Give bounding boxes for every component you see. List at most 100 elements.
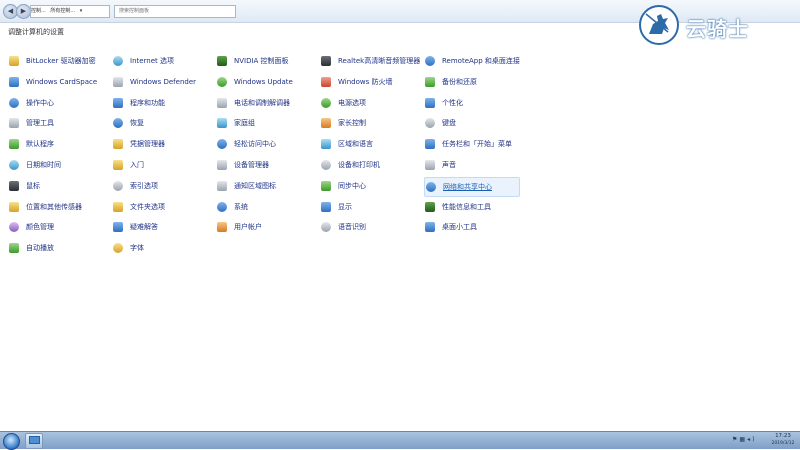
clock[interactable]: 17:23 2019/3/12 [768, 433, 798, 447]
control-panel-item-label: 程序和功能 [130, 98, 165, 107]
breadcrumb[interactable]: 控制... 所有控制... ▾ [30, 5, 110, 18]
personalization-icon [424, 97, 436, 109]
control-panel-item[interactable]: 设备和打印机 [320, 156, 420, 174]
control-panel-item[interactable]: 区域和语言 [320, 135, 420, 153]
control-panel-item-label: 电话和调制解调器 [234, 98, 290, 107]
control-panel-item[interactable]: 同步中心 [320, 177, 420, 195]
control-panel-item-label: 操作中心 [26, 98, 54, 107]
network-icon[interactable]: ▦ [739, 436, 747, 443]
search-input[interactable] [115, 6, 229, 16]
control-panel-item-label: 桌面小工具 [442, 223, 477, 232]
control-panel-item[interactable]: Internet 选项 [112, 52, 212, 70]
cardspace-icon [8, 76, 20, 88]
control-panel-item[interactable]: 任务栏和「开始」菜单 [424, 135, 524, 153]
autoplay-icon [8, 242, 20, 254]
taskbar: ⚑▦◂) 17:23 2019/3/12 [0, 431, 800, 450]
date-time-icon [8, 159, 20, 171]
control-panel-item[interactable]: 疑难解答 [112, 218, 212, 236]
control-panel-item[interactable]: Realtek高清晰音频管理器 [320, 52, 420, 70]
control-panel-item-label: 显示 [338, 202, 352, 211]
control-panel-item[interactable]: 鼠标 [8, 177, 108, 195]
taskbar-start-icon [424, 138, 436, 150]
control-panel-item[interactable]: 家长控制 [320, 114, 420, 132]
control-panel-item[interactable]: 位置和其他传感器 [8, 198, 108, 216]
control-panel-item[interactable]: 语音识别 [320, 218, 420, 236]
gadgets-icon [424, 221, 436, 233]
chevron-down-icon[interactable]: ▾ [80, 8, 83, 14]
control-panel-item[interactable]: 桌面小工具 [424, 218, 524, 236]
control-panel-item[interactable]: 设备管理器 [216, 156, 316, 174]
control-panel-item[interactable]: 自动播放 [8, 239, 108, 257]
control-panel-item[interactable]: 日期和时间 [8, 156, 108, 174]
control-panel-item[interactable]: 恢复 [112, 114, 212, 132]
breadcrumb-item[interactable]: 控制... [31, 8, 46, 14]
control-panel-item[interactable]: 颜色管理 [8, 218, 108, 236]
control-panel-item[interactable]: 电源选项 [320, 94, 420, 112]
phone-modem-icon [216, 97, 228, 109]
keyboard-icon [424, 117, 436, 129]
control-panel-item[interactable]: 显示 [320, 198, 420, 216]
start-button[interactable] [3, 433, 20, 450]
control-panel-item[interactable]: 备份和还原 [424, 73, 524, 91]
sound-icon [424, 159, 436, 171]
control-panel-item[interactable]: NVIDIA 控制面板 [216, 52, 316, 70]
power-options-icon [320, 97, 332, 109]
control-panel-item[interactable]: 程序和功能 [112, 94, 212, 112]
control-panel-item[interactable]: 入门 [112, 156, 212, 174]
control-panel-item[interactable]: 电话和调制解调器 [216, 94, 316, 112]
action-center-flag-icon [8, 97, 20, 109]
control-panel-item[interactable]: 索引选项 [112, 177, 212, 195]
control-panel-icon [29, 436, 40, 444]
control-panel-item[interactable]: 声音 [424, 156, 524, 174]
troubleshooting-icon [112, 221, 124, 233]
control-panel-item-label: 语音识别 [338, 223, 366, 232]
programs-icon [112, 97, 124, 109]
notification-area-icon [216, 180, 228, 192]
remoteapp-icon [424, 55, 436, 67]
windows-update-icon [216, 76, 228, 88]
getting-started-icon [112, 159, 124, 171]
control-panel-item-label: 同步中心 [338, 181, 366, 190]
control-panel-item-label: Windows Update [234, 77, 293, 86]
control-panel-item[interactable]: 个性化 [424, 94, 524, 112]
control-panel-item-label: 用户帐户 [234, 223, 262, 232]
control-panel-item[interactable]: 字体 [112, 239, 212, 257]
realtek-audio-icon [320, 55, 332, 67]
control-panel-item-label: Windows 防火墙 [338, 77, 393, 86]
control-panel-item[interactable]: 管理工具 [8, 114, 108, 132]
speech-recognition-icon [320, 221, 332, 233]
control-panel-item[interactable]: 性能信息和工具 [424, 198, 524, 216]
control-panel-item[interactable]: 通知区域图标 [216, 177, 316, 195]
control-panel-item[interactable]: 系统 [216, 198, 316, 216]
control-panel-item[interactable]: Windows CardSpace [8, 73, 108, 91]
control-panel-item[interactable]: RemoteApp 和桌面连接 [424, 52, 524, 70]
control-panel-item[interactable]: 用户帐户 [216, 218, 316, 236]
control-panel-item[interactable]: 默认程序 [8, 135, 108, 153]
control-panel-item[interactable]: 轻松访问中心 [216, 135, 316, 153]
control-panel-item-label: 系统 [234, 202, 248, 211]
control-panel-item[interactable]: 操作中心 [8, 94, 108, 112]
control-panel-item[interactable]: 凭据管理器 [112, 135, 212, 153]
control-panel-item-label: 恢复 [130, 119, 144, 128]
search-box[interactable] [114, 5, 236, 18]
control-panel-item-label: 位置和其他传感器 [26, 202, 82, 211]
volume-icon[interactable]: ◂) [747, 436, 756, 443]
control-panel-item[interactable]: 键盘 [424, 114, 524, 132]
control-panel-item-label: 区域和语言 [338, 140, 373, 149]
control-panel-item[interactable]: 家庭组 [216, 114, 316, 132]
control-panel-item[interactable]: 文件夹选项 [112, 198, 212, 216]
taskbar-control-panel-button[interactable] [25, 433, 43, 449]
region-language-icon [320, 138, 332, 150]
tray-icons[interactable]: ⚑▦◂) [732, 436, 756, 443]
control-panel-item[interactable]: BitLocker 驱动器加密 [8, 52, 108, 70]
control-panel-item-label: 设备管理器 [234, 161, 269, 169]
control-panel-item[interactable]: 网络和共享中心 [424, 176, 520, 197]
control-panel-item[interactable]: Windows Update [216, 73, 316, 91]
breadcrumb-item[interactable]: 所有控制... [50, 8, 75, 14]
control-panel-item[interactable]: Windows Defender [112, 73, 212, 91]
control-panel-item[interactable]: Windows 防火墙 [320, 73, 420, 91]
forward-button[interactable]: ▶ [16, 4, 31, 19]
control-panel-item-label: 颜色管理 [26, 223, 54, 232]
ease-of-access-icon [216, 138, 228, 150]
nvidia-icon [216, 55, 228, 67]
